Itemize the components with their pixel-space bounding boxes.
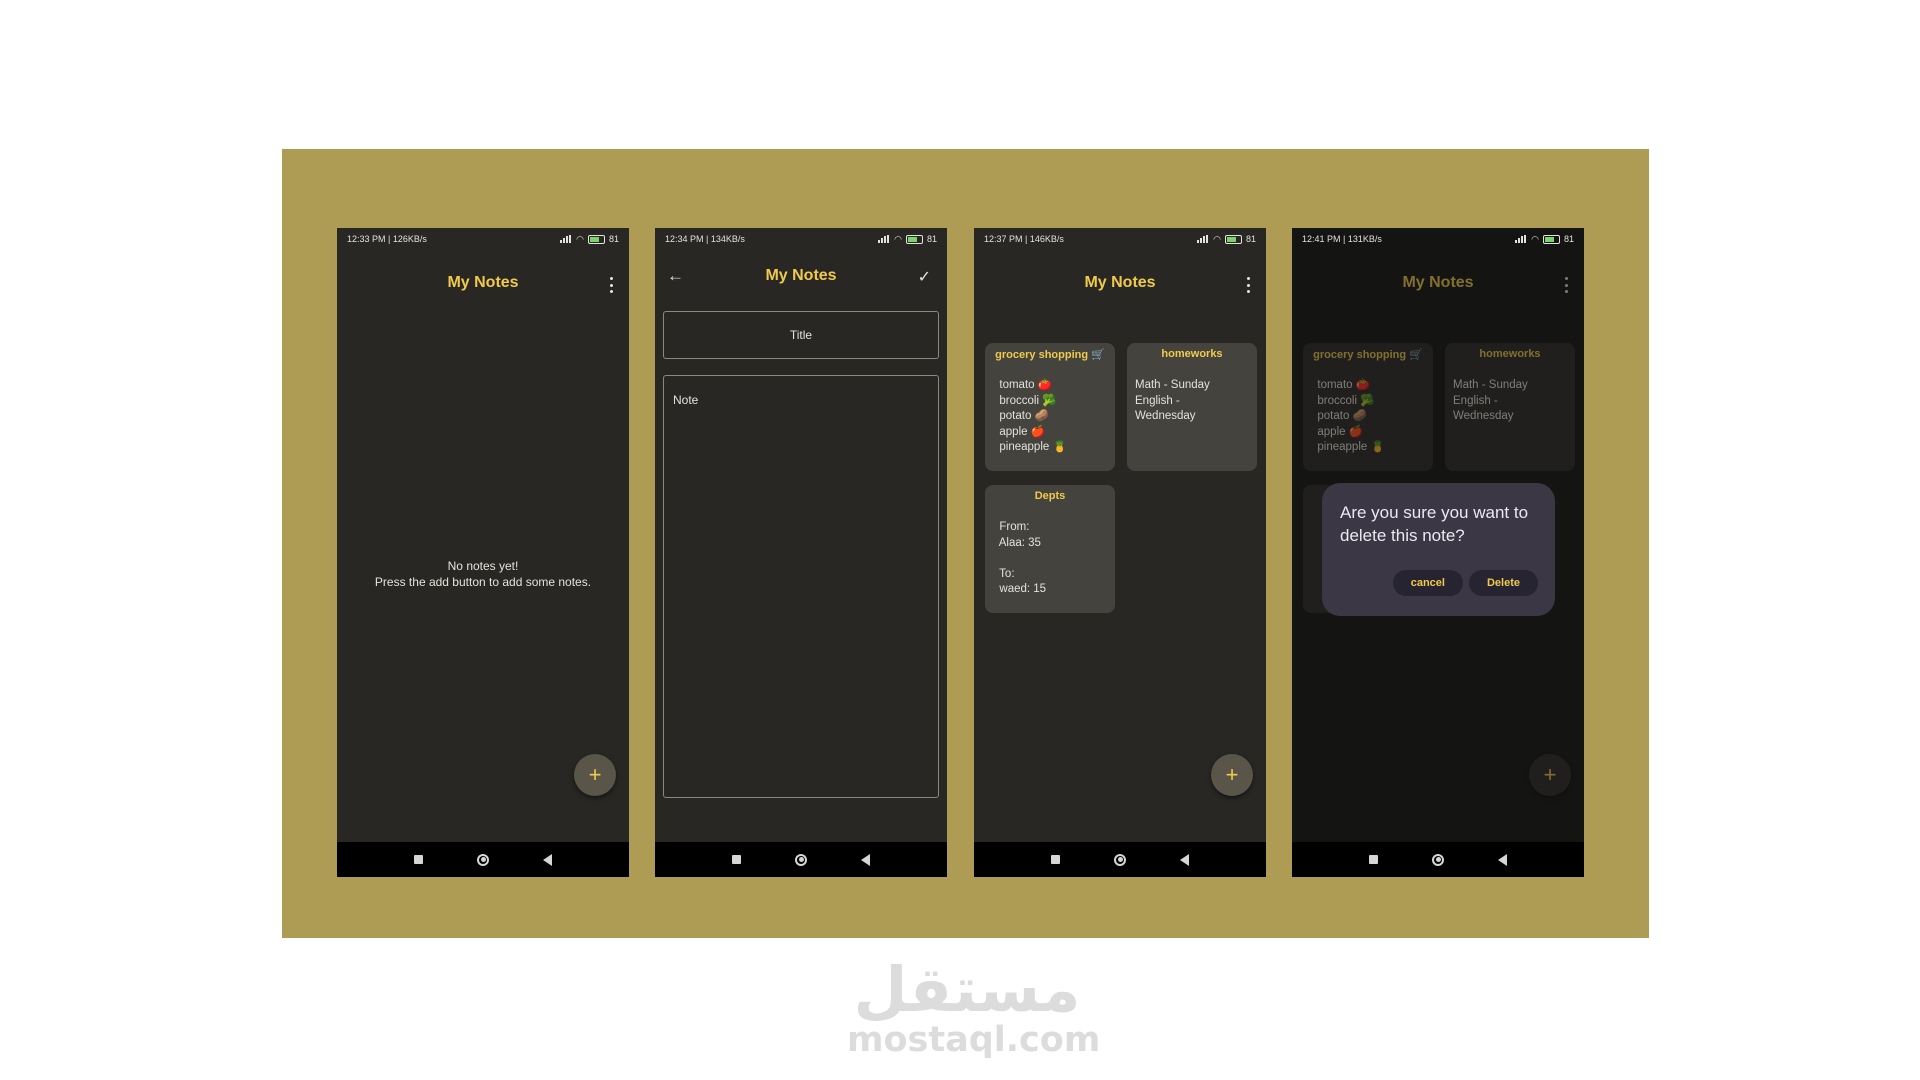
signal-icon (1197, 235, 1209, 243)
status-time: 12:34 PM | 134KB/s (665, 234, 745, 244)
note-card: homeworks Math - Sunday English - Wednes… (1445, 343, 1575, 471)
note-title: grocery shopping 🛒 (1313, 349, 1423, 361)
home-icon[interactable] (1114, 853, 1126, 866)
status-bar: 12:37 PM | 146KB/s ◠ 81 (974, 228, 1266, 250)
app-title: My Notes (765, 267, 837, 284)
home-icon[interactable] (1432, 853, 1444, 866)
wifi-icon: ◠ (1531, 233, 1539, 244)
back-triangle-icon[interactable] (543, 853, 552, 866)
battery-icon (1542, 234, 1560, 244)
note-card[interactable]: homeworks Math - Sunday English - Wednes… (1127, 343, 1257, 471)
status-time: 12:41 PM | 131KB/s (1302, 234, 1382, 244)
recents-icon[interactable] (1369, 855, 1378, 864)
note-title: Depts (1034, 490, 1066, 502)
app-title: My Notes (447, 274, 519, 291)
delete-button[interactable]: Delete (1468, 570, 1538, 596)
signal-icon (1515, 235, 1527, 243)
battery-level: 81 (926, 234, 937, 244)
wifi-icon: ◠ (576, 233, 584, 244)
note-card: grocery shopping 🛒 tomato 🍅 broccoli 🥦 p… (1303, 343, 1433, 471)
watermark-logo: مستقل (853, 953, 1081, 1026)
add-note-button[interactable]: + (574, 754, 616, 796)
delete-confirm-dialog: Are you sure you want to delete this not… (1322, 483, 1555, 616)
title-input[interactable]: Title (663, 311, 939, 359)
system-nav-bar (655, 842, 947, 877)
phone-screen-empty: 12:33 PM | 126KB/s ◠ 81 My Notes No note… (337, 228, 629, 877)
phone-screen-editor: 12:34 PM | 134KB/s ◠ 81 ← My Notes ✓ Tit… (655, 228, 947, 877)
cancel-button[interactable]: cancel (1392, 570, 1463, 596)
note-placeholder: Note (673, 393, 699, 407)
note-card[interactable]: Depts From: Alaa: 35 To: waed: 15 (985, 485, 1115, 613)
signal-icon (560, 235, 572, 243)
note-body: Math - Sunday English - Wednesday (1135, 379, 1210, 422)
title-placeholder: Title (789, 328, 813, 342)
note-title: grocery shopping 🛒 (995, 349, 1105, 361)
app-title: My Notes (1402, 274, 1474, 291)
system-nav-bar (1292, 842, 1584, 877)
recents-icon[interactable] (1051, 855, 1060, 864)
empty-state-hint: Press the add button to add some notes. (374, 575, 592, 589)
note-card[interactable]: grocery shopping 🛒 tomato 🍅 broccoli 🥦 p… (985, 343, 1115, 471)
save-check-icon[interactable]: ✓ (918, 267, 931, 287)
note-body: Math - Sunday English - Wednesday (1453, 379, 1528, 422)
home-icon[interactable] (795, 853, 807, 866)
more-menu-icon (1564, 277, 1568, 293)
battery-icon (905, 234, 923, 244)
system-nav-bar (974, 842, 1266, 877)
add-note-button: + (1529, 754, 1571, 796)
empty-state-title: No notes yet! (447, 559, 519, 573)
battery-level: 81 (608, 234, 619, 244)
note-body: tomato 🍅 broccoli 🥦 potato 🥔 apple 🍎 pin… (1317, 379, 1385, 453)
back-triangle-icon[interactable] (861, 853, 870, 866)
signal-icon (878, 235, 890, 243)
note-input[interactable]: Note (663, 375, 939, 798)
app-title: My Notes (1084, 274, 1156, 291)
phone-screen-delete-dialog: 12:41 PM | 131KB/s ◠ 81 My Notes grocery… (1292, 228, 1584, 877)
empty-state: No notes yet! Press the add button to ad… (337, 558, 629, 590)
status-bar: 12:33 PM | 126KB/s ◠ 81 (337, 228, 629, 250)
watermark-url: mostaql.com (847, 1020, 1101, 1060)
system-nav-bar (337, 842, 629, 877)
status-bar: 12:41 PM | 131KB/s ◠ 81 (1292, 228, 1584, 250)
back-triangle-icon[interactable] (1180, 853, 1189, 866)
recents-icon[interactable] (414, 855, 423, 864)
add-note-button[interactable]: + (1211, 754, 1253, 796)
status-time: 12:33 PM | 126KB/s (347, 234, 427, 244)
phone-screen-notes: 12:37 PM | 146KB/s ◠ 81 My Notes grocery… (974, 228, 1266, 877)
note-title: homeworks (1161, 348, 1223, 360)
note-title: homeworks (1479, 348, 1541, 360)
wifi-icon: ◠ (1213, 233, 1221, 244)
recents-icon[interactable] (732, 855, 741, 864)
more-menu-icon[interactable] (609, 277, 613, 293)
battery-icon (1224, 234, 1242, 244)
note-body: tomato 🍅 broccoli 🥦 potato 🥔 apple 🍎 pin… (999, 379, 1067, 453)
home-icon[interactable] (477, 853, 489, 866)
status-bar: 12:34 PM | 134KB/s ◠ 81 (655, 228, 947, 250)
status-time: 12:37 PM | 146KB/s (984, 234, 1064, 244)
back-triangle-icon[interactable] (1498, 853, 1507, 866)
dialog-message: Are you sure you want to delete this not… (1340, 503, 1529, 545)
more-menu-icon[interactable] (1246, 277, 1250, 293)
note-body: From: Alaa: 35 To: waed: 15 (998, 521, 1047, 595)
wifi-icon: ◠ (894, 233, 902, 244)
battery-level: 81 (1563, 234, 1574, 244)
battery-level: 81 (1245, 234, 1256, 244)
battery-icon (587, 234, 605, 244)
